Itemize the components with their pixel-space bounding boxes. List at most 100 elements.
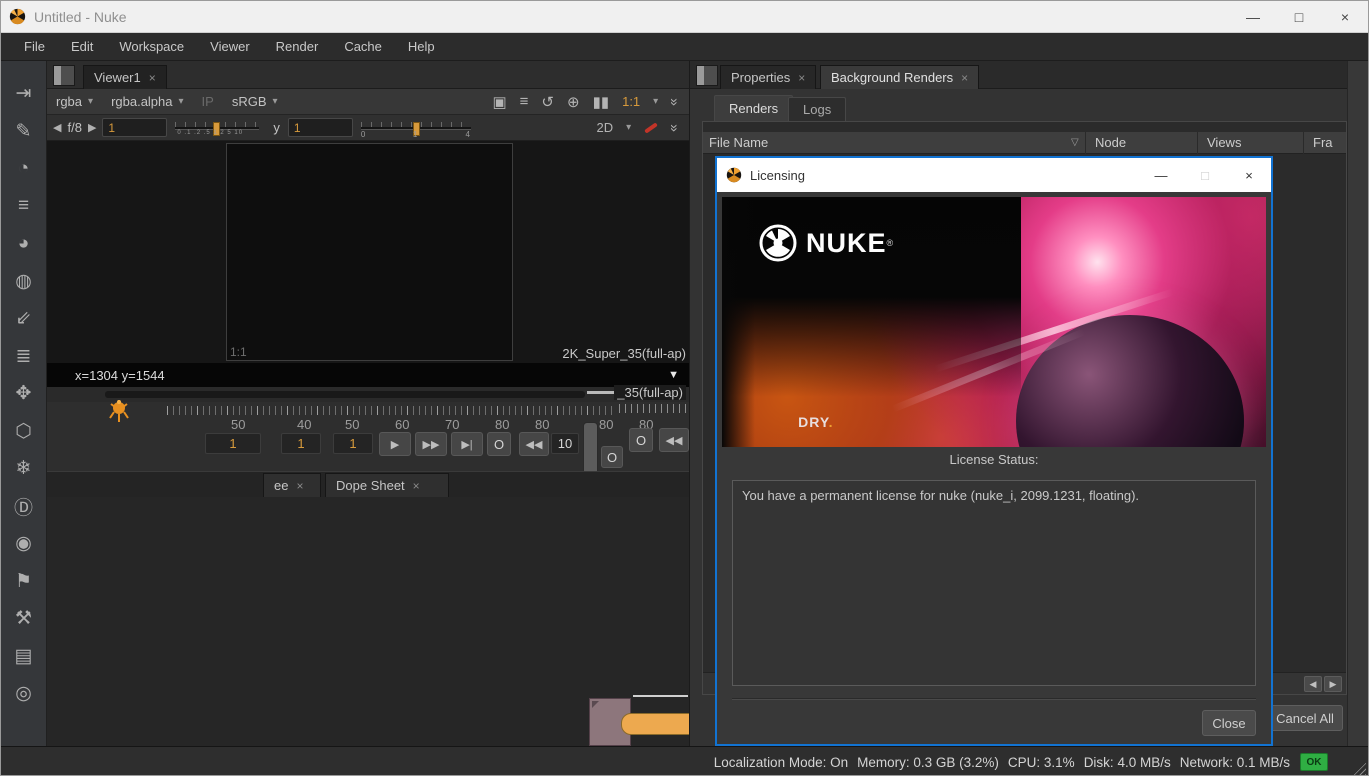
toolsets-icon[interactable]: ⚒ [1, 600, 46, 638]
flame-icon[interactable]: ◎ [1, 675, 46, 713]
play-step-button[interactable]: ▶▶ [415, 432, 447, 456]
layout-lines-icon[interactable]: ≡ [520, 93, 529, 110]
other-icon[interactable]: ▤ [1, 638, 46, 676]
minimize-icon[interactable]: — [1139, 168, 1183, 183]
frame-field[interactable]: 1 [333, 433, 373, 454]
maximize-icon[interactable]: □ [1276, 9, 1322, 25]
metadata-icon[interactable]: ⚑ [1, 563, 46, 601]
color-icon[interactable]: ◕ [1, 225, 46, 263]
tab-background-renders[interactable]: Background Renders × [820, 65, 979, 89]
keyer-icon[interactable]: ⇙ [1, 300, 46, 338]
image-icon[interactable]: ⇥ [1, 75, 46, 113]
pane-icon[interactable] [696, 65, 718, 86]
rewind-button[interactable]: ◀◀ [519, 432, 549, 456]
cancel-all-button[interactable]: Cancel All [1267, 705, 1343, 731]
pause-icon[interactable]: ▮▮ [593, 93, 610, 111]
subtab-logs[interactable]: Logs [788, 97, 846, 121]
channels-select[interactable]: rgba ▾ [47, 94, 102, 109]
tab-close-icon[interactable]: × [413, 479, 420, 493]
sort-icon[interactable]: ▽ [1071, 137, 1079, 148]
resize-grip[interactable] [1352, 761, 1366, 775]
horizontal-scrollbar[interactable] [105, 391, 585, 398]
transform-icon[interactable]: ✥ [1, 375, 46, 413]
tab-viewer1[interactable]: Viewer1 × [83, 65, 167, 89]
gamma-input[interactable]: 1 [288, 118, 353, 137]
merge-icon[interactable]: ≣ [1, 338, 46, 376]
playhead-marker-icon[interactable] [102, 398, 136, 428]
subtab-renders[interactable]: Renders [714, 95, 793, 121]
column-node[interactable]: Node [1095, 135, 1126, 150]
tab-close-icon[interactable]: × [798, 71, 805, 85]
column-divider[interactable] [1303, 132, 1304, 154]
roi-icon[interactable]: ⊕ [567, 93, 580, 111]
tab-dope-sheet[interactable]: Dope Sheet × [325, 473, 449, 497]
menu-file[interactable]: File [11, 39, 58, 54]
deep-icon[interactable]: Ⓓ [1, 488, 46, 526]
selected-node[interactable] [621, 713, 699, 735]
timeline-ruler[interactable] [167, 406, 612, 415]
sample-brush-icon[interactable] [644, 122, 658, 133]
maximize-icon[interactable]: □ [1183, 168, 1227, 183]
monitor-out-icon[interactable]: ▣ [492, 93, 506, 111]
zero-button[interactable]: O [601, 446, 623, 468]
rewind-button[interactable]: ◀◀ [659, 428, 689, 452]
3d-icon[interactable]: ⬡ [1, 413, 46, 451]
pane-icon[interactable] [53, 65, 75, 86]
views-icon[interactable]: ◉ [1, 525, 46, 563]
chevron-down-icon[interactable]: ▾ [653, 96, 658, 107]
close-button[interactable]: Close [1202, 710, 1256, 736]
particles-icon[interactable]: ❄ [1, 450, 46, 488]
frame-field[interactable]: 1 [205, 433, 261, 454]
menu-viewer[interactable]: Viewer [197, 39, 263, 54]
tab-partial[interactable]: ee × [263, 473, 321, 497]
input-process-button[interactable]: IP [193, 94, 223, 109]
time-icon[interactable]: ◔ [1, 150, 46, 188]
play-button[interactable]: ▶ [379, 432, 411, 456]
zero-button[interactable]: O [629, 428, 653, 452]
draw-icon[interactable]: ✎ [1, 113, 46, 151]
menu-edit[interactable]: Edit [58, 39, 106, 54]
filter-icon[interactable]: ◍ [1, 263, 46, 301]
next-arrow-icon[interactable]: ▶ [82, 121, 102, 134]
collapse-chevrons-icon[interactable]: » [667, 124, 683, 132]
pixel-coords: x=1304 y=1544 [75, 368, 165, 383]
collapse-chevrons-icon[interactable]: » [667, 98, 683, 106]
colorspace-select[interactable]: sRGB ▾ [223, 94, 287, 109]
tab-close-icon[interactable]: × [961, 71, 968, 85]
tab-properties[interactable]: Properties × [720, 65, 816, 89]
close-icon[interactable]: × [1322, 9, 1368, 25]
menu-render[interactable]: Render [263, 39, 332, 54]
scroll-right-icon[interactable]: ▶ [1324, 676, 1342, 692]
zero-button[interactable]: O [487, 432, 511, 456]
close-icon[interactable]: × [1227, 168, 1271, 183]
chevron-down-icon[interactable]: ▾ [626, 122, 631, 133]
menu-cache[interactable]: Cache [331, 39, 395, 54]
timeline-scroll-handle[interactable] [583, 422, 598, 476]
frame-field[interactable]: 1 [281, 433, 321, 454]
column-frames[interactable]: Fra [1313, 135, 1333, 150]
increment-field[interactable]: 10 [551, 433, 579, 454]
column-divider[interactable] [1085, 132, 1086, 154]
gain-input[interactable]: 1 [102, 118, 167, 137]
gamma-slider[interactable]: 0 1 4 [361, 122, 471, 134]
tab-close-icon[interactable]: × [149, 71, 156, 85]
tab-close-icon[interactable]: × [296, 479, 303, 493]
viewer-canvas[interactable]: 1:1 2K_Super_35(full-ap) [47, 141, 689, 363]
menu-help[interactable]: Help [395, 39, 448, 54]
refresh-icon[interactable]: ↺ [541, 93, 554, 111]
column-file-name[interactable]: File Name [709, 135, 768, 150]
zoom-ratio-value[interactable]: 1:1 [622, 94, 640, 109]
dimension-select[interactable]: 2D [597, 120, 614, 135]
gain-slider[interactable]: 0 .1 .2 .5 1 2 5 10 [175, 122, 259, 134]
aperture-label[interactable]: f/8 [67, 120, 81, 135]
column-views[interactable]: Views [1207, 135, 1241, 150]
menu-workspace[interactable]: Workspace [106, 39, 197, 54]
channel-icon[interactable]: ≡ [1, 188, 46, 226]
prev-arrow-icon[interactable]: ◀ [47, 121, 67, 134]
column-divider[interactable] [1197, 132, 1198, 154]
minimize-icon[interactable]: — [1230, 9, 1276, 25]
infobar-dropdown-icon[interactable]: ▼ [668, 369, 679, 381]
scroll-left-icon[interactable]: ◀ [1304, 676, 1322, 692]
layer-select[interactable]: rgba.alpha ▾ [102, 94, 192, 109]
skip-end-button[interactable]: ▶| [451, 432, 483, 456]
